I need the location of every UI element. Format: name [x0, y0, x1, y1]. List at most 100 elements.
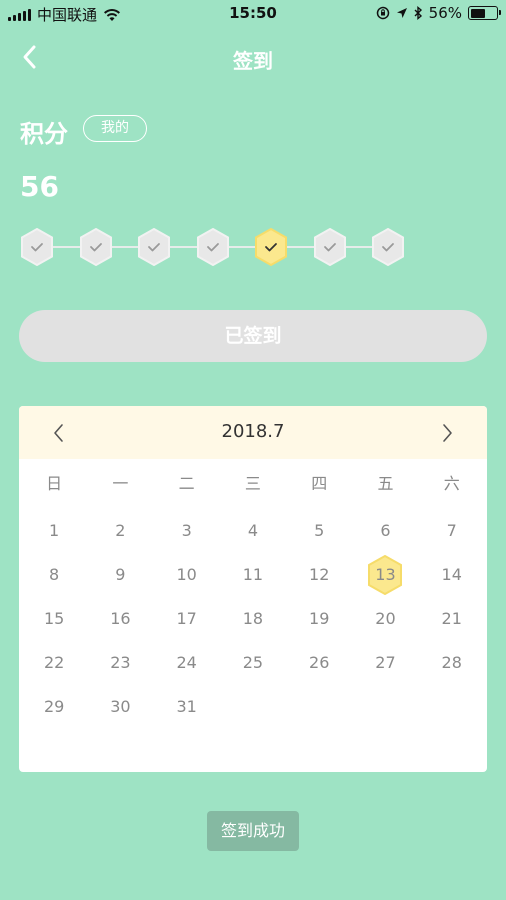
calendar-day[interactable]: 14: [419, 553, 485, 597]
calendar-month: 2018.7: [221, 421, 285, 442]
calendar-week-row: 29 30 31: [21, 685, 485, 729]
calendar-day[interactable]: 1: [21, 509, 87, 553]
calendar-day-number: 22: [43, 653, 65, 672]
calendar-day[interactable]: 20: [352, 597, 418, 641]
calendar-day-number: 24: [176, 653, 197, 672]
calendar-day-number: 8: [49, 565, 60, 584]
location-icon: [396, 8, 407, 18]
checkin-streak: [20, 226, 406, 268]
calendar-day-number: 6: [380, 521, 391, 540]
orientation-lock-icon: [376, 6, 389, 20]
calendar-day-number: 17: [176, 609, 197, 628]
status-right: 56%: [376, 4, 501, 22]
calendar-day-number: 25: [242, 653, 264, 672]
calendar-day[interactable]: 30: [87, 685, 153, 729]
calendar-day-number: 18: [242, 609, 264, 628]
weekday-label: 五: [377, 474, 394, 493]
calendar-week-row: 1 2 3 4 5 6 7: [21, 509, 485, 553]
calendar-day[interactable]: 19: [286, 597, 352, 641]
calendar-day[interactable]: 3: [154, 509, 220, 553]
points-value: 56: [20, 170, 59, 203]
calendar-week-row: 22 23 24 25 26 27 28: [21, 641, 485, 685]
calendar-day-number: 5: [314, 521, 325, 540]
calendar-day-number: 20: [375, 609, 396, 628]
streak-day-hex: [137, 228, 171, 266]
weekday-row: 日一二三四五六: [21, 459, 485, 509]
weekday-label: 一: [112, 474, 129, 493]
calendar-week-row: 8 9 10 11 12 13 14: [21, 553, 485, 597]
calendar-day[interactable]: 5: [286, 509, 352, 553]
calendar-day-number: 31: [176, 697, 197, 716]
calendar-day[interactable]: 12: [286, 553, 352, 597]
calendar-header: 2018.7: [19, 406, 487, 459]
calendar-day[interactable]: 2: [87, 509, 153, 553]
points-label: 积分: [20, 120, 68, 148]
calendar-day-number: 26: [309, 653, 330, 672]
next-month-button[interactable]: [435, 420, 459, 446]
calendar-day[interactable]: 29: [21, 685, 87, 729]
calendar-day-number: 13: [375, 565, 396, 584]
calendar-day-number: 9: [115, 565, 126, 584]
weekday-label: 三: [244, 474, 261, 493]
calendar-day[interactable]: 15: [21, 597, 87, 641]
calendar-day-number: 10: [176, 565, 197, 584]
calendar-empty-cell: [286, 685, 352, 729]
calendar-day[interactable]: 24: [154, 641, 220, 685]
calendar-day[interactable]: 6: [352, 509, 418, 553]
calendar-day[interactable]: 17: [154, 597, 220, 641]
calendar-day[interactable]: 28: [419, 641, 485, 685]
calendar-day[interactable]: 16: [87, 597, 153, 641]
calendar-grid: 日一二三四五六 1 2 3 4 5 6 7 8 9 10 11 12 13 14 15 16 17 18 19 20 2…: [21, 459, 485, 729]
calendar-day[interactable]: 22: [21, 641, 87, 685]
calendar-day-number: 15: [43, 609, 65, 628]
calendar-empty-cell: [220, 685, 286, 729]
weekday-label: 四: [311, 474, 328, 493]
status-bar: 中国联通 15:50 56%: [0, 0, 506, 26]
calendar-day[interactable]: 25: [220, 641, 286, 685]
calendar: 2018.7 日一二三四五六 1 2 3 4 5 6 7 8 9 10 11 12 13 14 15 16 17…: [19, 406, 487, 772]
calendar-day[interactable]: 8: [21, 553, 87, 597]
success-toast: 签到成功: [207, 811, 299, 851]
calendar-day-number: 16: [110, 609, 131, 628]
calendar-day[interactable]: 11: [220, 553, 286, 597]
calendar-day[interactable]: 31: [154, 685, 220, 729]
calendar-day-number: 27: [375, 653, 396, 672]
calendar-day[interactable]: 9: [87, 553, 153, 597]
signed-in-button[interactable]: 已签到: [19, 310, 487, 362]
battery-icon: [468, 6, 501, 20]
weekday-label: 二: [178, 474, 195, 493]
calendar-day-number: 19: [309, 609, 330, 628]
weekday-label: 日: [46, 474, 63, 493]
streak-day-hex: [79, 228, 113, 266]
calendar-day[interactable]: 21: [419, 597, 485, 641]
calendar-day[interactable]: 4: [220, 509, 286, 553]
calendar-day-number: 1: [49, 521, 60, 540]
streak-day-hex: [254, 228, 288, 266]
my-points-button[interactable]: 我的: [83, 115, 147, 142]
weekday-label: 六: [443, 474, 460, 493]
calendar-day[interactable]: 23: [87, 641, 153, 685]
calendar-day-number: 12: [309, 565, 330, 584]
calendar-day[interactable]: 13: [352, 553, 418, 597]
calendar-day[interactable]: 18: [220, 597, 286, 641]
streak-day-hex: [313, 228, 347, 266]
calendar-day-number: 29: [43, 697, 65, 716]
calendar-empty-cell: [419, 685, 485, 729]
calendar-day[interactable]: 26: [286, 641, 352, 685]
page-title: 签到: [233, 49, 273, 73]
calendar-day-number: 14: [441, 565, 462, 584]
calendar-day[interactable]: 27: [352, 641, 418, 685]
calendar-day-number: 11: [242, 565, 264, 584]
calendar-day[interactable]: 7: [419, 509, 485, 553]
calendar-empty-cell: [352, 685, 418, 729]
calendar-day-number: 21: [441, 609, 462, 628]
calendar-day-number: 4: [247, 521, 259, 540]
calendar-day-number: 28: [441, 653, 462, 672]
calendar-day[interactable]: 10: [154, 553, 220, 597]
streak-day-hex: [196, 228, 230, 266]
streak-day-hex: [371, 228, 405, 266]
calendar-day-number: 2: [115, 521, 126, 540]
calendar-day-number: 7: [446, 521, 457, 540]
calendar-week-row: 15 16 17 18 19 20 21: [21, 597, 485, 641]
bluetooth-icon: [414, 6, 422, 20]
